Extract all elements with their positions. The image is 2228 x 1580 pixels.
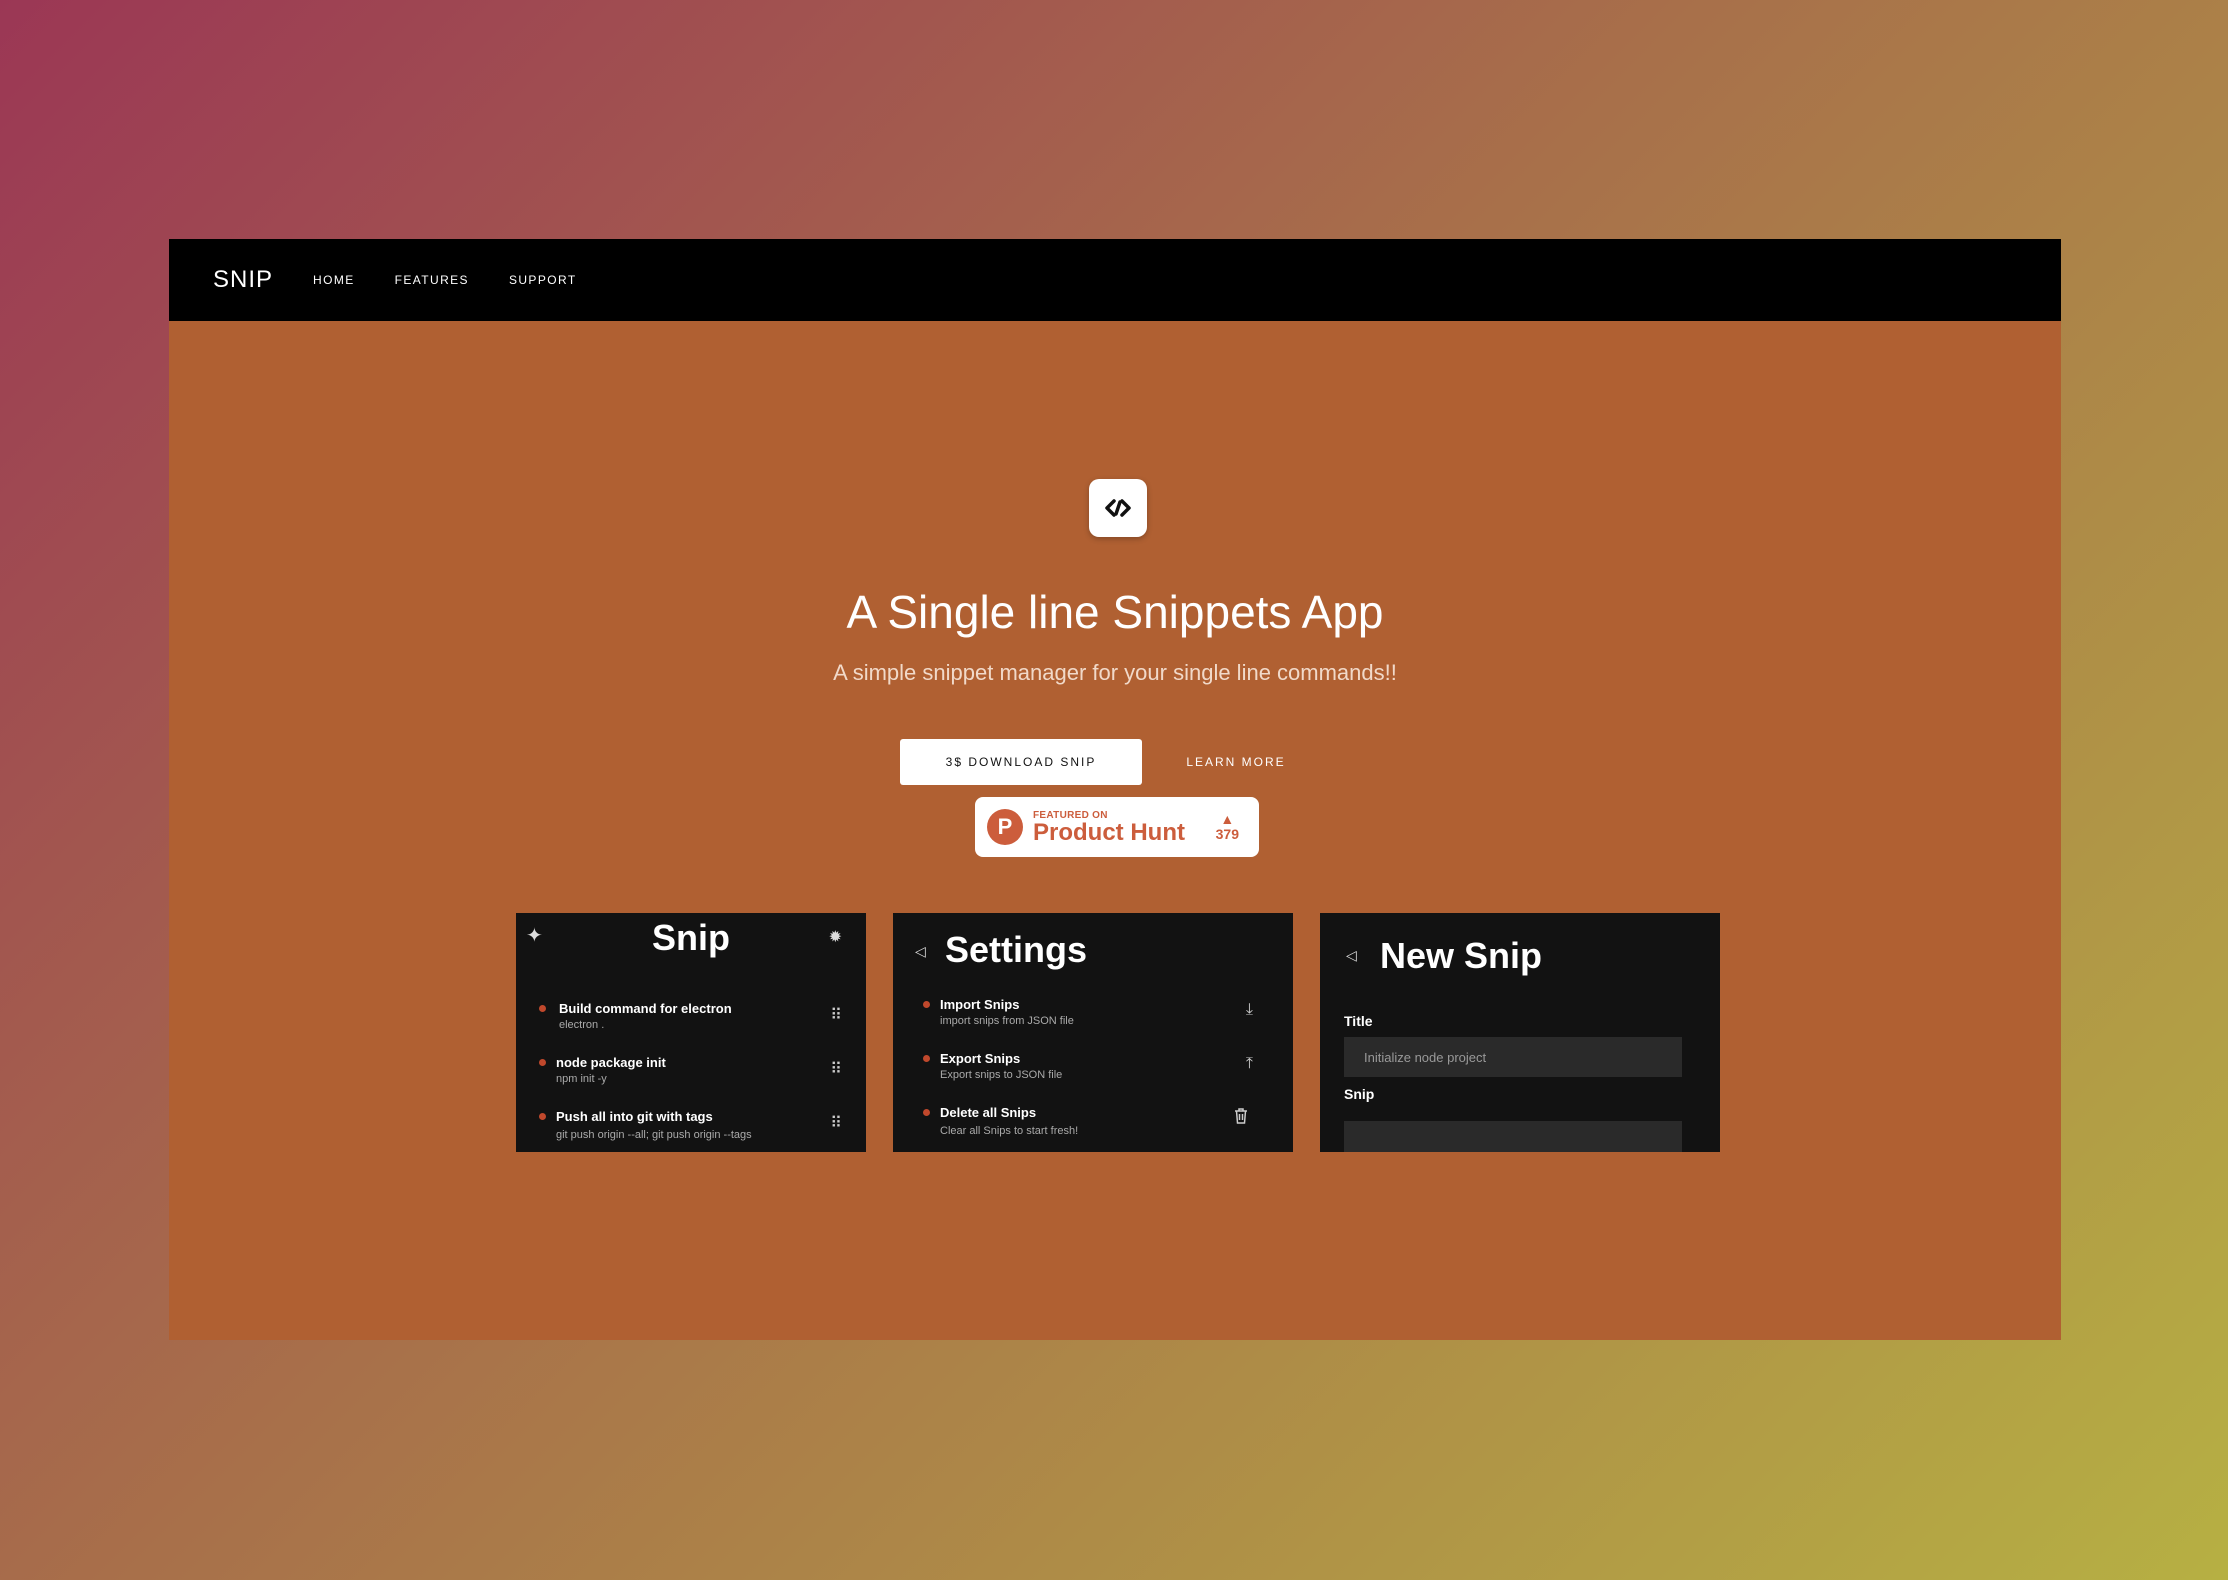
bullet-icon: [539, 1059, 546, 1066]
product-hunt-text: FEATURED ON Product Hunt: [1033, 810, 1185, 845]
hero-section: A Single line Snippets App A simple snip…: [169, 321, 2061, 1340]
bullet-icon: [539, 1113, 546, 1120]
snip-field-input: [1344, 1121, 1682, 1152]
brand-logo-text[interactable]: SNIP: [213, 266, 273, 294]
nav-link-support[interactable]: SUPPORT: [509, 273, 577, 287]
snip-title: Snip: [652, 917, 730, 958]
bullet-icon: [923, 1109, 930, 1116]
snip-field-label: Snip: [1344, 1086, 1375, 1102]
drag-handle-icon: ⠿: [830, 1007, 842, 1024]
nav-link-home[interactable]: HOME: [313, 273, 355, 287]
back-arrow-icon: ◁: [1346, 947, 1357, 963]
download-button[interactable]: 3$ DOWNLOAD SNIP: [900, 739, 1142, 785]
settings-item-sub: import snips from JSON file: [940, 1015, 1074, 1027]
bullet-icon: [539, 1005, 546, 1012]
product-hunt-badge[interactable]: P FEATURED ON Product Hunt ▲ 379: [975, 797, 1259, 857]
product-hunt-logo-icon: P: [987, 809, 1023, 845]
list-item-title: Build command for electron: [559, 1001, 732, 1016]
screenshot-new-snip: ◁ New Snip Title Initialize node project…: [1320, 913, 1720, 1152]
screenshot-settings: ◁ Settings Import Snips import snips fro…: [893, 913, 1293, 1152]
settings-title: Settings: [945, 929, 1088, 970]
drag-handle-icon: ⠿: [830, 1061, 842, 1078]
bullet-icon: [923, 1055, 930, 1062]
upvote-count: ▲ 379: [1216, 812, 1239, 842]
navbar: SNIP HOME FEATURES SUPPORT: [169, 239, 2061, 321]
hero-title: A Single line Snippets App: [846, 586, 1384, 638]
hero-subtitle: A simple snippet manager for your single…: [833, 660, 1397, 685]
title-field-label: Title: [1344, 1013, 1373, 1029]
nav-link-features[interactable]: FEATURES: [395, 273, 469, 287]
settings-item-title: Export Snips: [940, 1051, 1021, 1066]
back-arrow-icon: ◁: [915, 943, 926, 959]
screenshot-snip-list: ✦ Snip ✹ Build command for electron elec…: [516, 913, 866, 1152]
upvote-count-value: 379: [1215, 826, 1239, 842]
settings-item-title: Delete all Snips: [940, 1105, 1037, 1120]
upload-icon: ⤒: [1245, 1055, 1253, 1072]
learn-more-button[interactable]: LEARN MORE: [1171, 739, 1301, 785]
title-field-input: Initialize node project: [1344, 1037, 1682, 1077]
list-item-title: Push all into git with tags: [556, 1109, 713, 1124]
settings-item-title: Import Snips: [940, 997, 1020, 1012]
browser-window: SNIP HOME FEATURES SUPPORT A Single line…: [169, 239, 2061, 1340]
list-item-sub: git push origin --all; git push origin -…: [556, 1129, 752, 1141]
gear-icon: ✹: [828, 929, 842, 946]
list-item-title: node package init: [556, 1055, 666, 1070]
drag-handle-icon: ⠿: [830, 1115, 842, 1132]
list-item-sub: npm init -y: [556, 1073, 607, 1085]
download-icon: ⤓: [1245, 1001, 1253, 1018]
trash-icon: [1233, 1107, 1249, 1130]
upvote-arrow-icon: ▲: [1220, 811, 1235, 827]
list-item-sub: electron .: [559, 1019, 605, 1031]
new-snip-title: New Snip: [1380, 935, 1543, 976]
settings-item-sub: Clear all Snips to start fresh!: [940, 1125, 1079, 1137]
product-hunt-name: Product Hunt: [1033, 818, 1185, 846]
app-logo-icon: [1089, 479, 1147, 537]
settings-item-sub: Export snips to JSON file: [940, 1069, 1063, 1081]
bullet-icon: [923, 1001, 930, 1008]
